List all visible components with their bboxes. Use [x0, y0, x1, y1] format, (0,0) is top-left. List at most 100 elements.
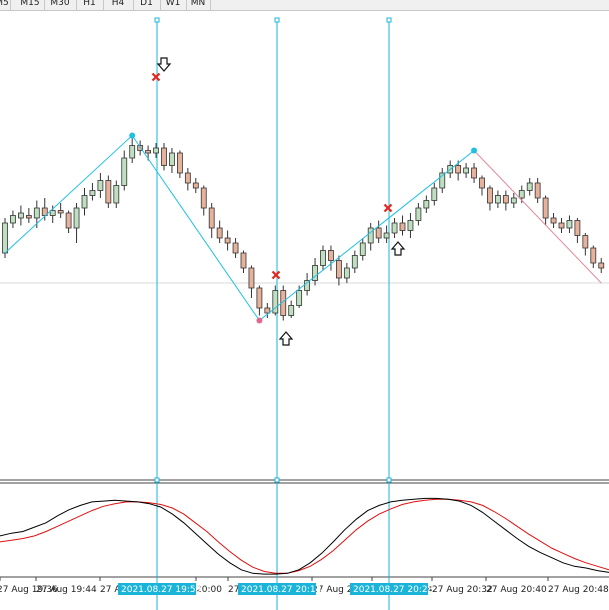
arrow-up-icon: [390, 241, 406, 256]
arrow-down-icon: [156, 57, 172, 72]
candle: [479, 175, 485, 196]
candle: [169, 148, 175, 173]
timeframe-toolbar: M5 M15M30H1H4D1W1MN: [0, 0, 609, 11]
cross-icon: [151, 72, 161, 82]
timeframe-button-w1[interactable]: W1: [160, 0, 187, 10]
candle: [232, 238, 239, 258]
candle: [176, 150, 183, 178]
candle: [423, 195, 430, 213]
vertical-line-handle-top[interactable]: [154, 17, 160, 23]
candle: [41, 198, 48, 221]
candle: [320, 245, 326, 271]
candle: [161, 143, 167, 171]
vertical-line-tag: 2021.08.27 20:28: [350, 583, 434, 595]
candle: [73, 203, 80, 243]
zigzag-pivot: [256, 317, 263, 324]
candle: [49, 205, 56, 223]
candle: [367, 223, 374, 251]
markers: [151, 57, 406, 346]
vertical-line-handle-bottom[interactable]: [274, 477, 280, 483]
candle: [129, 138, 136, 163]
candle: [383, 225, 390, 243]
candle: [81, 188, 88, 216]
zigzag-pivot: [129, 132, 136, 139]
candle: [137, 140, 144, 156]
candle: [57, 203, 64, 218]
candle: [590, 245, 597, 268]
candle: [65, 210, 72, 233]
candle: [487, 185, 493, 211]
vertical-line-tag: 2021.08.27 19:59: [118, 583, 202, 595]
candle: [407, 213, 414, 238]
candle: [375, 220, 382, 243]
candle: [224, 230, 231, 251]
time-axis-label: 27 Aug 19:44: [36, 585, 97, 595]
candle: [471, 163, 477, 183]
candle: [399, 215, 406, 236]
candle: [89, 183, 96, 201]
candles: [2, 138, 605, 321]
candle: [200, 185, 207, 216]
candle: [97, 173, 104, 198]
candle: [208, 203, 215, 238]
candle: [534, 178, 541, 203]
candle: [153, 143, 159, 158]
candle: [343, 263, 350, 283]
candle: [431, 183, 438, 206]
price-chart[interactable]: 27 Aug 19:3627 Aug 19:4427 Aug 19:520:00…: [0, 0, 609, 610]
vertical-line-tag: 2021.08.27 20:14: [238, 583, 322, 595]
candle: [582, 233, 589, 256]
vertical-line-tag-label: 2021.08.27 20:14: [241, 585, 322, 595]
candle: [335, 255, 342, 286]
oscillator-main-line: [0, 497, 609, 575]
vertical-lines: [154, 17, 392, 610]
candle: [256, 285, 263, 316]
candle: [351, 250, 358, 273]
candle: [439, 168, 446, 193]
zigzag: [4, 132, 602, 324]
oscillator-signal-line: [0, 498, 609, 574]
candle: [550, 213, 557, 228]
timeframe-button-d1[interactable]: D1: [133, 0, 161, 10]
vertical-line-handle-bottom[interactable]: [154, 477, 160, 483]
time-axis-label: 27 Aug 20:40: [486, 585, 547, 595]
arrow-up-icon: [278, 331, 294, 346]
candle: [113, 180, 120, 208]
vertical-line-handle-top[interactable]: [274, 17, 280, 23]
timeframe-button-m15[interactable]: M15: [16, 0, 45, 10]
zigzag-segment: [131, 135, 260, 321]
time-axis-label: 27 Aug 20:48: [548, 585, 609, 595]
timeframe-button-m5[interactable]: M5: [0, 0, 11, 10]
candle: [288, 300, 295, 318]
candle: [121, 150, 128, 191]
zigzag-segment: [473, 150, 602, 284]
candle: [558, 218, 565, 233]
candle: [216, 220, 223, 243]
candle: [510, 193, 517, 208]
candle: [415, 203, 422, 226]
timeframe-button-mn[interactable]: MN: [186, 0, 211, 10]
vertical-line-tag-label: 2021.08.27 19:59: [121, 585, 202, 595]
timeframe-button-h4[interactable]: H4: [103, 0, 134, 10]
cross-icon: [271, 270, 281, 280]
vertical-line-handle-bottom[interactable]: [386, 477, 392, 483]
candle: [574, 218, 581, 243]
candle: [502, 190, 509, 211]
vertical-line-handle-top[interactable]: [386, 17, 392, 23]
candle: [25, 208, 32, 223]
candle: [566, 215, 573, 233]
time-axis-label: 27 Aug 20:32: [432, 585, 493, 595]
candle: [192, 178, 199, 193]
timeframe-button-h1[interactable]: H1: [76, 0, 104, 10]
candle: [542, 195, 549, 226]
timeframe-button-m30[interactable]: M30: [44, 0, 77, 10]
candle: [494, 190, 501, 208]
candle: [248, 265, 255, 298]
candle: [184, 168, 191, 191]
candle: [463, 163, 470, 178]
candle: [391, 218, 398, 238]
zigzag-pivot: [471, 147, 478, 154]
candle: [598, 258, 605, 273]
candle: [359, 238, 366, 261]
candle: [17, 205, 24, 226]
